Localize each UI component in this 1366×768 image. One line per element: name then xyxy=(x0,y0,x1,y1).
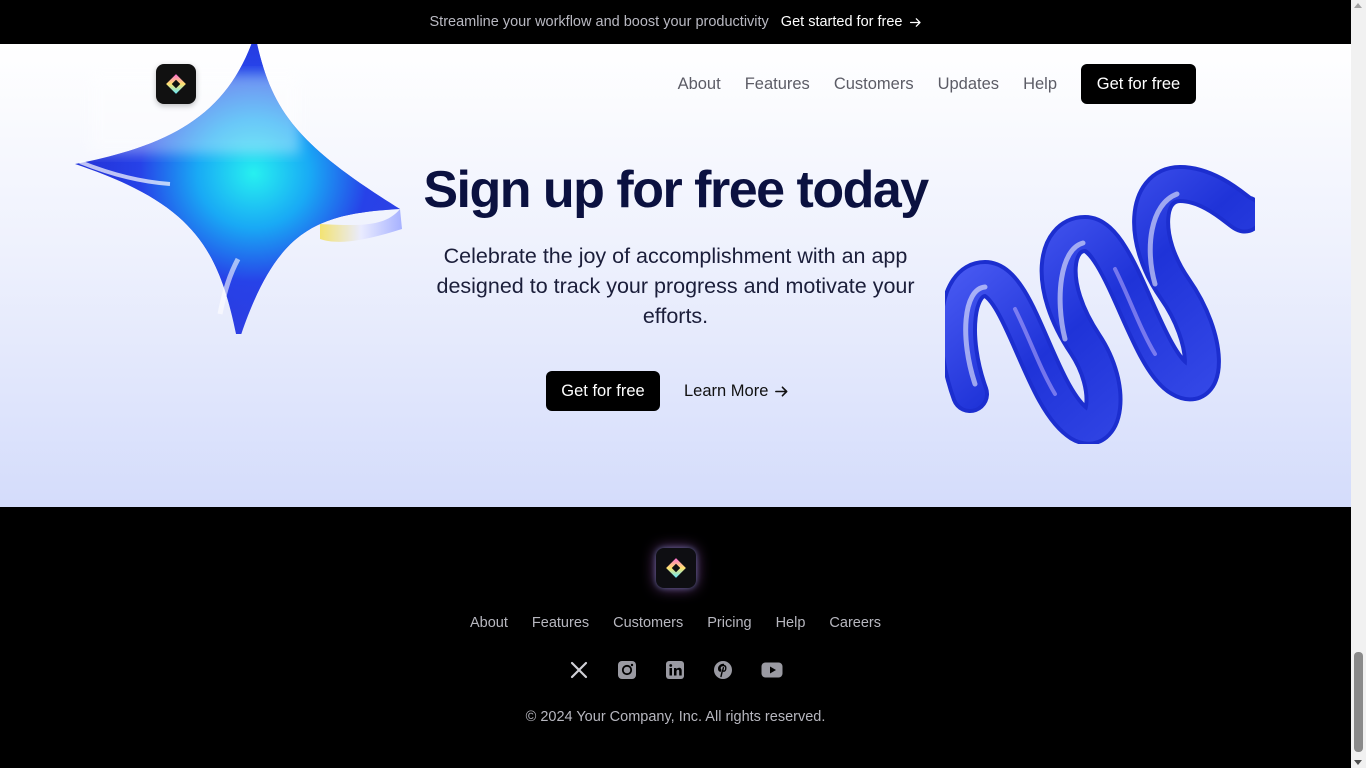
scrollbar-thumb[interactable] xyxy=(1354,652,1363,752)
pinterest-icon[interactable] xyxy=(713,660,733,680)
scroll-up-arrow-icon[interactable] xyxy=(1354,3,1362,8)
footer-link-help[interactable]: Help xyxy=(776,615,806,631)
footer-logo[interactable] xyxy=(656,548,696,588)
hero-get-for-free-button[interactable]: Get for free xyxy=(546,371,660,411)
nav-link-customers[interactable]: Customers xyxy=(834,75,914,94)
hero-section: About Features Customers Updates Help Ge… xyxy=(0,44,1351,507)
arrow-right-icon xyxy=(775,385,788,397)
nav-link-features[interactable]: Features xyxy=(745,75,810,94)
diamond-logo-icon xyxy=(166,74,186,94)
footer-link-about[interactable]: About xyxy=(470,615,508,631)
footer-link-customers[interactable]: Customers xyxy=(613,615,683,631)
page: Streamline your workflow and boost your … xyxy=(0,0,1351,768)
arrow-right-icon xyxy=(909,17,921,27)
announcement-cta-link[interactable]: Get started for free xyxy=(781,14,922,30)
social-links xyxy=(0,660,1351,680)
footer-links: About Features Customers Pricing Help Ca… xyxy=(0,615,1351,631)
announcement-message: Streamline your workflow and boost your … xyxy=(429,14,769,30)
hero-actions: Get for free Learn More xyxy=(546,371,789,411)
footer-link-careers[interactable]: Careers xyxy=(829,615,881,631)
x-icon[interactable] xyxy=(569,660,589,680)
nav-link-help[interactable]: Help xyxy=(1023,75,1057,94)
nav-links: About Features Customers Updates Help Ge… xyxy=(678,64,1196,104)
announcement-cta-label: Get started for free xyxy=(780,14,903,30)
linkedin-icon[interactable] xyxy=(665,660,685,680)
scroll-down-arrow-icon[interactable] xyxy=(1354,760,1362,765)
nav-get-for-free-button[interactable]: Get for free xyxy=(1081,64,1196,104)
diamond-logo-icon xyxy=(666,558,686,578)
footer-link-pricing[interactable]: Pricing xyxy=(707,615,751,631)
hero-subtext: Celebrate the joy of accomplishment with… xyxy=(436,244,915,328)
announcement-bar: Streamline your workflow and boost your … xyxy=(0,0,1351,44)
copyright-text: © 2024 Your Company, Inc. All rights res… xyxy=(525,709,826,725)
nav-link-about[interactable]: About xyxy=(678,75,721,94)
learn-more-link[interactable]: Learn More xyxy=(684,382,789,401)
hero-headline: Sign up for free today xyxy=(423,161,929,219)
vertical-scrollbar[interactable] xyxy=(1351,0,1366,768)
logo[interactable] xyxy=(156,64,196,104)
learn-more-label: Learn More xyxy=(684,381,769,400)
footer-link-features[interactable]: Features xyxy=(532,615,589,631)
youtube-icon[interactable] xyxy=(761,660,783,680)
footer: About Features Customers Pricing Help Ca… xyxy=(0,507,1351,768)
nav-link-updates[interactable]: Updates xyxy=(938,75,999,94)
instagram-icon[interactable] xyxy=(617,660,637,680)
